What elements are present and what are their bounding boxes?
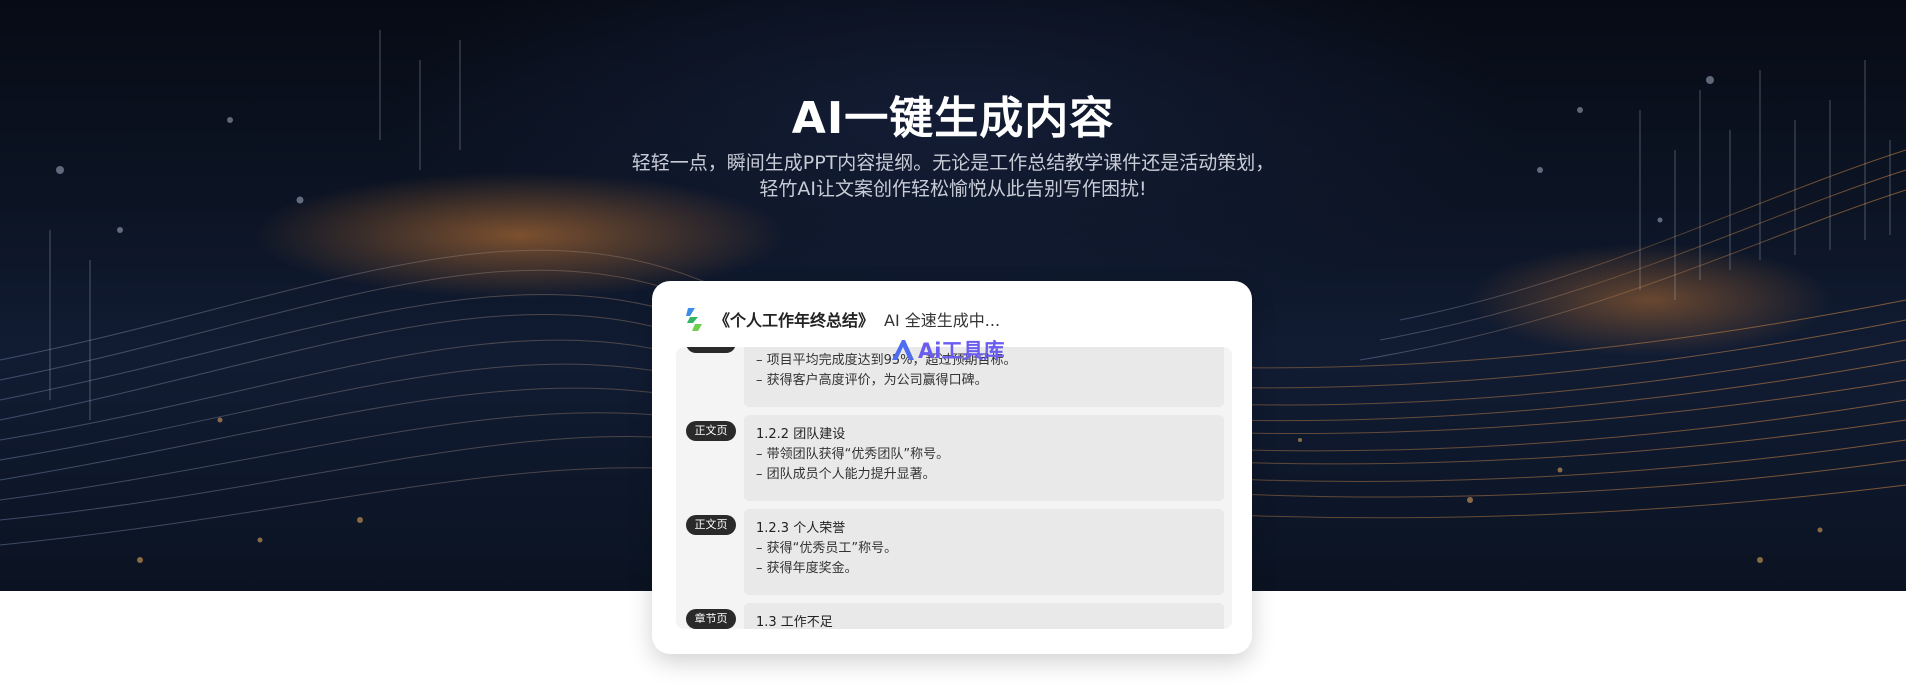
outline-item-box: 1.3 工作不足 (744, 603, 1224, 629)
outline-heading: 1.3 工作不足 (756, 615, 833, 629)
card-header: 《个人工作年终总结》 AI 全速生成中... (684, 305, 1000, 333)
page-type-tag: 章节页 (686, 609, 736, 629)
outline-line: – 获得年度奖金。 (756, 561, 858, 576)
generation-preview-card: 《个人工作年终总结》 AI 全速生成中... – 项目平均完成度达到95%，超过… (652, 281, 1252, 654)
outline-line: – 获得“优秀员工”称号。 (756, 541, 898, 556)
generation-status: AI 全速生成中... (884, 311, 1001, 330)
page-type-tag: 正文页 (686, 421, 736, 441)
hero-description-line-2: 轻竹AI让文案创作轻松愉悦从此告别写作困扰! (759, 178, 1147, 200)
outline-heading: 1.2.2 团队建设 (756, 427, 846, 442)
outline-item-box: 1.2.3 个人荣誉 – 获得“优秀员工”称号。 – 获得年度奖金。 (744, 509, 1224, 595)
document-title: 《个人工作年终总结》 (714, 311, 875, 330)
hero-description: 轻轻一点，瞬间生成PPT内容提纲。无论是工作总结教学课件还是活动策划， 轻竹AI… (553, 150, 1353, 202)
outline-list[interactable]: – 项目平均完成度达到95%，超过预期目标。 – 获得客户高度评价，为公司赢得口… (676, 347, 1232, 629)
hero-title: AI一键生成内容 (791, 93, 1115, 144)
page-type-tag: 正文页 (686, 515, 736, 535)
watermark-logo-icon (892, 340, 914, 360)
bamboo-logo-icon (686, 308, 702, 331)
hero-description-line-1: 轻轻一点，瞬间生成PPT内容提纲。无论是工作总结教学课件还是活动策划， (631, 152, 1275, 174)
outline-line: – 带领团队获得“优秀团队”称号。 (756, 447, 950, 462)
page-type-tag (686, 347, 736, 353)
outline-line: – 获得客户高度评价，为公司赢得口碑。 (756, 373, 988, 388)
watermark-text: Ai工具库 (918, 339, 1005, 363)
outline-item-box: 1.2.2 团队建设 – 带领团队获得“优秀团队”称号。 – 团队成员个人能力提… (744, 415, 1224, 501)
watermark: Ai工具库 (890, 335, 1004, 365)
outline-line: – 团队成员个人能力提升显著。 (756, 467, 936, 482)
outline-heading: 1.2.3 个人荣誉 (756, 521, 846, 536)
